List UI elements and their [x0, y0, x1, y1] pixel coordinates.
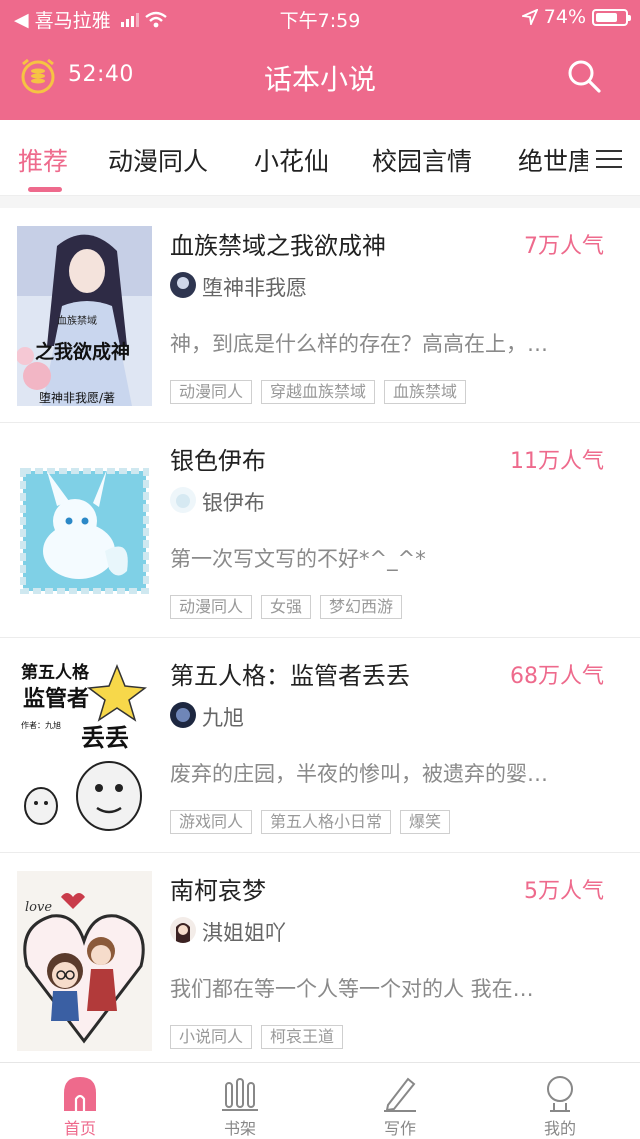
avatar — [170, 917, 196, 943]
svg-text:血族禁域: 血族禁域 — [57, 314, 97, 327]
tag-list: 动漫同人 穿越血族禁域 血族禁域 — [170, 380, 467, 404]
tag[interactable]: 动漫同人 — [170, 380, 253, 404]
tab-recommend[interactable]: 推荐 — [18, 142, 68, 178]
author-name[interactable]: 淇姐姐吖 — [202, 917, 286, 947]
author-name[interactable]: 银伊布 — [202, 487, 265, 517]
nav-bar: 52:40 话本小说 — [0, 50, 640, 104]
tab-campus-romance[interactable]: 校园言情 — [372, 142, 472, 178]
tag-list: 动漫同人 女强 梦幻西游 — [170, 595, 403, 619]
battery-percent: 74% — [543, 6, 586, 28]
svg-text:之我欲成神: 之我欲成神 — [35, 340, 130, 363]
tag[interactable]: 女强 — [261, 595, 312, 619]
tag[interactable]: 游戏同人 — [170, 810, 253, 834]
bottom-tab-label: 我的 — [543, 1119, 576, 1138]
battery-icon — [592, 8, 631, 26]
tab-anime-fanfic[interactable]: 动漫同人 — [108, 142, 208, 178]
tag[interactable]: 柯哀王道 — [261, 1025, 344, 1049]
svg-text:监管者: 监管者 — [23, 686, 89, 712]
svg-text:love: love — [25, 900, 52, 915]
popularity-count: 5万人气 — [524, 879, 604, 904]
tag[interactable]: 小说同人 — [170, 1025, 253, 1049]
book-description: 第一次写文写的不好*^_^* — [170, 547, 426, 571]
bottom-tab-label: 写作 — [383, 1119, 416, 1138]
pen-icon — [384, 1077, 416, 1112]
avatar — [170, 487, 196, 513]
popularity-count: 11万人气 — [510, 449, 604, 474]
list-item[interactable]: 血族禁域 之我欲成神 堕神非我愿/著 血族禁域之我欲成神 7万人气 堕神非我愿 … — [0, 208, 640, 423]
book-description: 我们都在等一个人等一个对的人 我在… — [170, 977, 534, 1001]
status-bar: ◀ 喜马拉雅 下午7:59 74% — [0, 0, 640, 36]
tag[interactable]: 第五人格小日常 — [261, 810, 392, 834]
menu-icon[interactable] — [588, 138, 632, 178]
home-icon — [64, 1077, 96, 1111]
tag[interactable]: 梦幻西游 — [320, 595, 403, 619]
bookshelf-icon — [222, 1078, 258, 1111]
bottom-tab-profile[interactable]: 我的 — [510, 1069, 610, 1139]
app-header: ◀ 喜马拉雅 下午7:59 74% 52:40 话本小说 — [0, 0, 640, 120]
search-icon[interactable] — [566, 58, 602, 94]
book-cover[interactable] — [17, 441, 152, 621]
popularity-count: 68万人气 — [510, 664, 604, 689]
svg-text:作者：九旭: 作者：九旭 — [21, 720, 61, 730]
bottom-tab-bar: 首页 书架 写作 我的 — [0, 1062, 640, 1139]
author-name[interactable]: 堕神非我愿 — [202, 272, 307, 302]
list-item[interactable]: 第五人格 监管者 作者：九旭 丢丢 第五人格：监管者丢丢 68万人气 九旭 废弃… — [0, 638, 640, 853]
svg-text:堕神非我愿/著: 堕神非我愿/著 — [39, 391, 115, 405]
book-cover[interactable]: love — [17, 871, 152, 1051]
bottom-tab-label: 书架 — [223, 1119, 256, 1138]
book-cover[interactable]: 血族禁域 之我欲成神 堕神非我愿/著 — [17, 226, 152, 406]
tag-list: 小说同人 柯哀王道 — [170, 1025, 344, 1049]
book-cover[interactable]: 第五人格 监管者 作者：九旭 丢丢 — [17, 656, 152, 836]
tag[interactable]: 血族禁域 — [384, 380, 467, 404]
tag-list: 游戏同人 第五人格小日常 爆笑 — [170, 810, 451, 834]
book-description: 神，到底是什么样的存在？高高在上，… — [170, 332, 548, 356]
book-title[interactable]: 血族禁域之我欲成神 — [170, 226, 386, 261]
book-list: 血族禁域 之我欲成神 堕神非我愿/著 血族禁域之我欲成神 7万人气 堕神非我愿 … — [0, 208, 640, 1068]
avatar — [170, 272, 196, 298]
active-tab-indicator — [28, 187, 62, 192]
tag[interactable]: 穿越血族禁域 — [261, 380, 376, 404]
list-item[interactable]: 银色伊布 11万人气 银伊布 第一次写文写的不好*^_^* 动漫同人 女强 梦幻… — [0, 423, 640, 638]
tab-tang[interactable]: 绝世唐 — [518, 142, 593, 178]
list-item[interactable]: love 南柯哀梦 5万人气 淇姐姐吖 我们都在等一个人等一个对的人 我在… 小… — [0, 853, 640, 1068]
bottom-tab-label: 首页 — [63, 1119, 96, 1138]
divider — [0, 196, 640, 208]
book-description: 废弃的庄园，半夜的惨叫，被遗弃的婴… — [170, 762, 548, 786]
svg-text:第五人格: 第五人格 — [21, 662, 90, 683]
svg-text:丢丢: 丢丢 — [81, 724, 129, 752]
book-title[interactable]: 第五人格：监管者丢丢 — [170, 656, 410, 691]
avatar — [170, 702, 196, 728]
author-name[interactable]: 九旭 — [202, 702, 244, 732]
category-tabs: 推荐 动漫同人 小花仙 校园言情 绝世唐 — [0, 120, 640, 196]
page-title: 话本小说 — [263, 63, 376, 96]
bottom-tab-bookshelf[interactable]: 书架 — [190, 1069, 290, 1139]
profile-icon — [547, 1076, 573, 1112]
book-title[interactable]: 银色伊布 — [170, 441, 266, 476]
popularity-count: 7万人气 — [524, 234, 604, 259]
tag[interactable]: 爆笑 — [400, 810, 451, 834]
tag[interactable]: 动漫同人 — [170, 595, 253, 619]
bottom-tab-home[interactable]: 首页 — [30, 1069, 130, 1139]
tab-xiaohuaxian[interactable]: 小花仙 — [254, 142, 329, 178]
book-title[interactable]: 南柯哀梦 — [170, 871, 266, 906]
bottom-tab-write[interactable]: 写作 — [350, 1069, 450, 1139]
location-icon — [521, 9, 538, 25]
